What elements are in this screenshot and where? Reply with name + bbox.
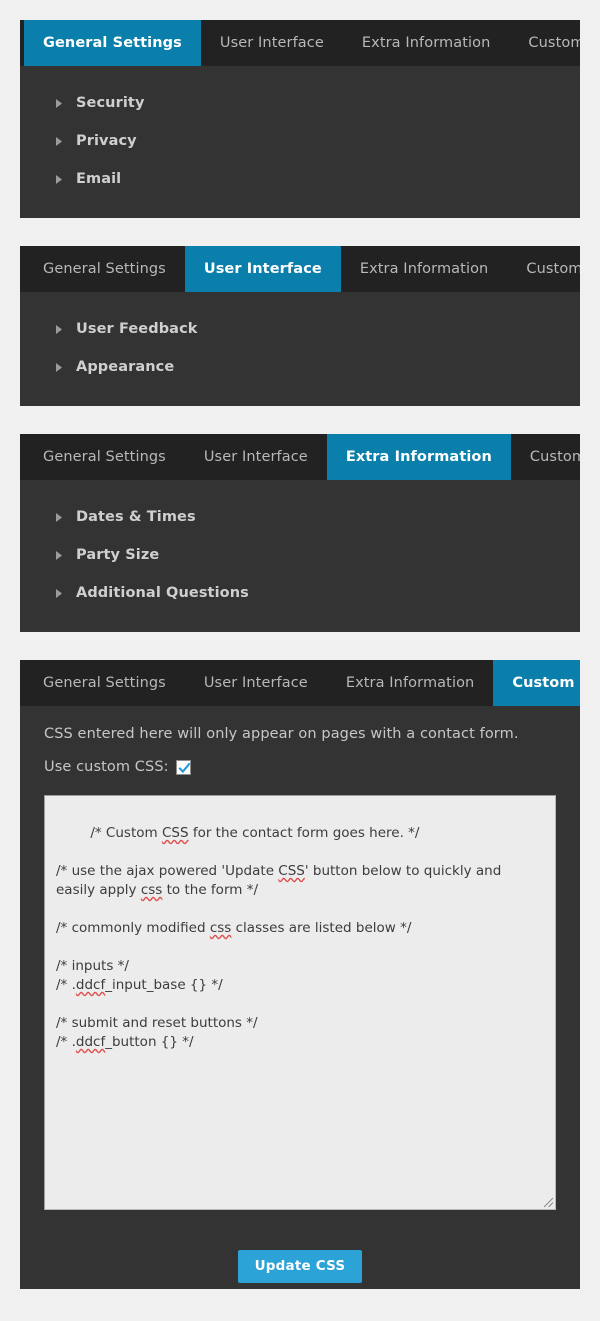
accordion-item-appearance[interactable]: Appearance [20, 348, 580, 386]
tab-user-interface[interactable]: User Interface [184, 246, 341, 292]
custom-css-note: CSS entered here will only appear on pag… [44, 726, 519, 742]
tab-custom-css[interactable]: Custom CSS [511, 434, 580, 480]
accordion-item-label: Privacy [76, 133, 137, 149]
tab-general-settings[interactable]: General Settings [24, 660, 185, 706]
use-custom-css-label: Use custom CSS: [44, 759, 169, 775]
tab-user-interface[interactable]: User Interface [185, 660, 327, 706]
tab-label: General Settings [43, 35, 182, 51]
custom-css-textarea[interactable]: /* Custom CSS for the contact form goes … [44, 795, 556, 1210]
accordion-item-security[interactable]: Security [20, 84, 580, 122]
tab-label: User Interface [219, 35, 324, 51]
accordion-item-label: Email [76, 171, 122, 187]
tab-extra-information[interactable]: Extra Information [327, 660, 494, 706]
tab-custom-css[interactable]: Custom CSS [493, 660, 580, 706]
tab-label: User Interface [203, 449, 308, 465]
tab-label: Extra Information [361, 35, 491, 51]
tab-extra-information[interactable]: Extra Information [326, 434, 511, 480]
tab-custom-css[interactable]: Custom CSS [509, 20, 580, 66]
custom-css-panel: General Settings User Interface Extra In… [20, 660, 580, 1289]
tab-general-settings[interactable]: General Settings [24, 434, 185, 480]
settings-page: General Settings User Interface Extra In… [0, 0, 600, 1321]
tab-label: General Settings [43, 261, 166, 277]
triangle-right-icon [56, 136, 70, 146]
tab-extra-information[interactable]: Extra Information [343, 20, 510, 66]
tab-extra-information[interactable]: Extra Information [341, 246, 508, 292]
use-custom-css-checkbox[interactable] [175, 759, 191, 775]
use-custom-css-row: Use custom CSS: [44, 759, 556, 775]
triangle-right-icon [56, 98, 70, 108]
checkmark-icon [178, 762, 191, 773]
tab-label: Custom CSS [528, 35, 580, 51]
tab-label: Custom CSS [529, 449, 580, 465]
tab-custom-css[interactable]: Custom CSS [507, 246, 580, 292]
tab-label: User Interface [203, 261, 322, 277]
tab-label: User Interface [203, 675, 308, 691]
tab-bar-1: General Settings User Interface Extra In… [20, 20, 580, 66]
triangle-right-icon [56, 550, 70, 560]
tab-label: General Settings [43, 675, 166, 691]
accordion-item-dates-times[interactable]: Dates & Times [20, 498, 580, 536]
custom-css-body: CSS entered here will only appear on pag… [20, 706, 580, 1232]
tab-label: Extra Information [345, 449, 492, 465]
custom-css-text: /* Custom CSS for the contact form goes … [56, 825, 506, 1050]
extra-information-accordion: Dates & Times Party Size Additional Ques… [20, 480, 580, 632]
user-interface-panel: General Settings User Interface Extra In… [20, 246, 580, 406]
tab-bar-4: General Settings User Interface Extra In… [20, 660, 580, 706]
accordion-item-label: User Feedback [76, 321, 198, 337]
accordion-item-user-feedback[interactable]: User Feedback [20, 310, 580, 348]
triangle-right-icon [56, 174, 70, 184]
tab-label: Extra Information [345, 675, 475, 691]
tab-label: General Settings [43, 449, 166, 465]
tab-user-interface[interactable]: User Interface [201, 20, 343, 66]
accordion-item-label: Dates & Times [76, 509, 196, 525]
triangle-right-icon [56, 512, 70, 522]
tab-label: Extra Information [359, 261, 489, 277]
tab-bar-3: General Settings User Interface Extra In… [20, 434, 580, 480]
accordion-item-additional-questions[interactable]: Additional Questions [20, 574, 580, 612]
update-css-button[interactable]: Update CSS [237, 1250, 363, 1283]
extra-information-panel: General Settings User Interface Extra In… [20, 434, 580, 632]
accordion-item-party-size[interactable]: Party Size [20, 536, 580, 574]
tab-bar-2: General Settings User Interface Extra In… [20, 246, 580, 292]
triangle-right-icon [56, 324, 70, 334]
accordion-item-label: Security [76, 95, 145, 111]
tab-label: Custom CSS [526, 261, 580, 277]
accordion-item-label: Additional Questions [76, 585, 249, 601]
triangle-right-icon [56, 588, 70, 598]
custom-css-button-row: Update CSS [20, 1232, 580, 1289]
general-settings-accordion: Security Privacy Email [20, 66, 580, 218]
triangle-right-icon [56, 362, 70, 372]
accordion-item-email[interactable]: Email [20, 160, 580, 198]
general-settings-panel: General Settings User Interface Extra In… [20, 20, 580, 218]
accordion-item-privacy[interactable]: Privacy [20, 122, 580, 160]
accordion-item-label: Party Size [76, 547, 160, 563]
tab-general-settings[interactable]: General Settings [24, 246, 185, 292]
user-interface-accordion: User Feedback Appearance [20, 292, 580, 406]
resize-grip-icon [543, 1197, 554, 1208]
accordion-item-label: Appearance [76, 359, 175, 375]
tab-label: Custom CSS [512, 675, 580, 691]
tab-user-interface[interactable]: User Interface [185, 434, 327, 480]
tab-general-settings[interactable]: General Settings [24, 20, 201, 66]
